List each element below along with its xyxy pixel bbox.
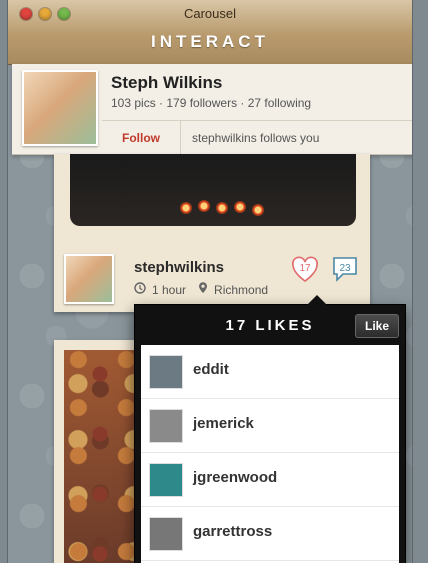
light-bulb xyxy=(252,204,264,216)
profile-avatar[interactable] xyxy=(22,70,98,146)
light-bulb xyxy=(180,202,192,214)
liker-row[interactable]: garrettross xyxy=(141,507,399,561)
liker-username: jemerick xyxy=(193,415,254,432)
liker-row[interactable]: jemerick xyxy=(141,399,399,453)
user-avatar xyxy=(149,517,183,551)
user-avatar xyxy=(149,463,183,497)
window-title: Carousel xyxy=(183,6,237,21)
light-bulb xyxy=(234,201,246,213)
liker-username: garrettross xyxy=(193,523,273,540)
clock-icon xyxy=(134,282,146,297)
title-bar: Carousel INTERACT xyxy=(8,0,412,65)
follow-button[interactable]: Follow xyxy=(102,121,181,155)
post-meta: 1 hour Richmond xyxy=(134,282,268,297)
profile-stats: 103 pics · 179 followers · 27 following xyxy=(111,96,312,110)
like-toggle[interactable]: 17 xyxy=(290,254,320,284)
likes-popover: 17 LIKES Like eddit jemerick jgreenwood … xyxy=(134,295,406,563)
profile-name: Steph Wilkins xyxy=(111,73,223,92)
follows-you-label: stephwilkins follows you xyxy=(192,131,320,145)
post-username[interactable]: stephwilkins xyxy=(134,259,224,276)
post-photo[interactable] xyxy=(70,154,356,226)
location-pin-icon xyxy=(198,282,208,297)
profile-header: Steph Wilkins 103 pics · 179 followers ·… xyxy=(12,64,412,155)
app-window: Carousel INTERACT Steph Wilkins 103 pics… xyxy=(8,0,412,563)
liker-username: eddit xyxy=(193,361,229,378)
likers-list: eddit jemerick jgreenwood garrettross xyxy=(141,345,399,563)
like-count: 17 xyxy=(299,263,311,274)
liker-username: jgreenwood xyxy=(193,469,278,486)
post-time: 1 hour xyxy=(152,282,187,297)
user-avatar xyxy=(149,409,183,443)
liker-row[interactable]: jgreenwood xyxy=(141,453,399,507)
post-location: Richmond xyxy=(214,282,269,297)
liker-row[interactable]: eddit xyxy=(141,345,399,399)
post-avatar[interactable] xyxy=(64,254,114,304)
light-bulb xyxy=(198,200,210,212)
like-button[interactable]: Like xyxy=(355,314,399,338)
light-bulb xyxy=(216,202,228,214)
comments-button[interactable]: 23 xyxy=(330,254,360,284)
user-avatar xyxy=(149,355,183,389)
app-brand: INTERACT xyxy=(151,32,269,51)
comment-count: 23 xyxy=(339,263,351,274)
photo-card: stephwilkins 1 hour Richmond 17 23 xyxy=(54,154,370,312)
popover-arrow xyxy=(307,295,327,305)
profile-actions: Follow stephwilkins follows you xyxy=(102,120,412,155)
